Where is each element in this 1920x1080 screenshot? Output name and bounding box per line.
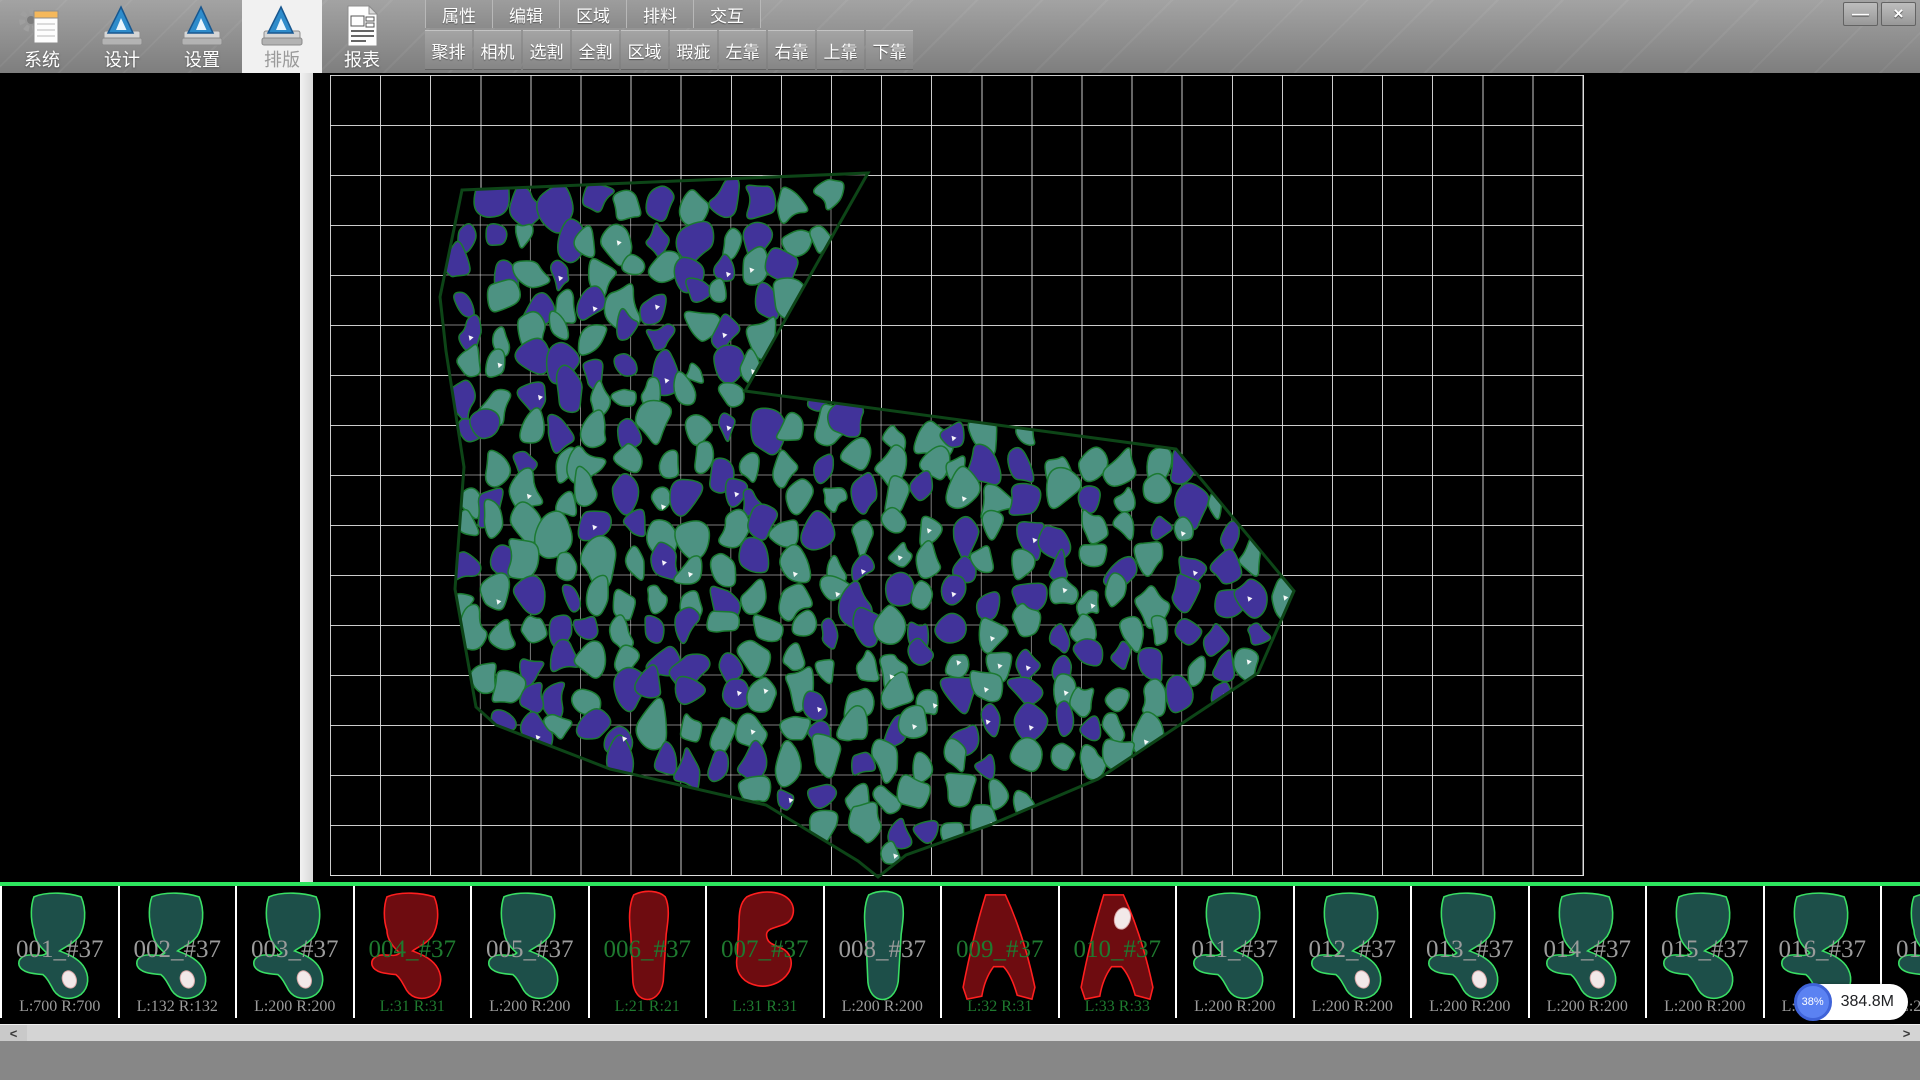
scroll-left-button[interactable]: < xyxy=(0,1025,27,1041)
piece-name: 010_#37 xyxy=(1060,936,1176,964)
piece-lr-count: L:200 R:200 xyxy=(1295,998,1411,1016)
piece-thumbnail-15[interactable]: 015_#37 L:200 R:200 xyxy=(1647,886,1765,1018)
piece-lr-count: L:200 R:200 xyxy=(1412,998,1528,1016)
piece-name: 013_#37 xyxy=(1412,936,1528,964)
piece-lr-count: L:200 R:200 xyxy=(237,998,353,1016)
piece-name: 004_#37 xyxy=(355,936,471,964)
toolbar: 系统设计设置排版报表 属性编辑区域排料交互 聚排相机选割全割区域瑕疵左靠右靠上靠… xyxy=(0,0,1920,73)
piece-thumbnails: 001_#37L:700 R:700002_#37L:132 R:132003_… xyxy=(0,886,1920,1018)
minimize-button[interactable]: — xyxy=(1843,2,1878,26)
piece-thumbnail-8[interactable]: 008_#37 L:200 R:200 xyxy=(825,886,943,1018)
nav-tab-label: 报表 xyxy=(344,50,380,70)
piece-thumbnail-10[interactable]: 010_#37 L:33 R:33 xyxy=(1060,886,1178,1018)
piece-name: 001_#37 xyxy=(2,936,118,964)
menu-item-2[interactable]: 编辑 xyxy=(493,0,560,28)
design-icon xyxy=(96,4,148,50)
piece-name: 015_#37 xyxy=(1647,936,1763,964)
piece-lr-count: L:200 R:200 xyxy=(472,998,588,1016)
nav-tab-label: 排版 xyxy=(264,50,300,70)
piece-lr-count: L:33 R:33 xyxy=(1060,998,1176,1016)
nesting-canvas[interactable] xyxy=(0,73,1920,882)
piece-name: 011_#37 xyxy=(1177,936,1293,964)
menu-item-1[interactable]: 属性 xyxy=(426,0,493,28)
piece-name: 005_#37 xyxy=(472,936,588,964)
tool-button-6[interactable]: 瑕疵 xyxy=(670,30,717,70)
memory-percent-circle: 38% xyxy=(1794,983,1832,1021)
piece-lr-count: L:31 R:31 xyxy=(707,998,823,1016)
nav-tab-label: 设计 xyxy=(104,50,140,70)
tool-button-5[interactable]: 区域 xyxy=(621,30,668,70)
piece-thumbnail-7[interactable]: 007_#37 L:31 R:31 xyxy=(707,886,825,1018)
memory-value: 384.8M xyxy=(1841,993,1894,1011)
pieces-strip: 001_#37L:700 R:700002_#37L:132 R:132003_… xyxy=(0,882,1920,1024)
tool-button-8[interactable]: 右靠 xyxy=(768,30,815,70)
piece-name: 006_#37 xyxy=(590,936,706,964)
piece-name: 009_#37 xyxy=(942,936,1058,964)
piece-thumbnail-6[interactable]: 006_#37 L:21 R:21 xyxy=(590,886,708,1018)
window-controls: — × xyxy=(1843,2,1916,26)
settings-icon xyxy=(176,4,228,50)
piece-lr-count: L:200 R:200 xyxy=(825,998,941,1016)
nav-tab-label: 系统 xyxy=(24,50,60,70)
nav-tab-4[interactable]: 排版 xyxy=(242,0,322,73)
scroll-right-button[interactable]: > xyxy=(1893,1025,1920,1041)
tool-button-1[interactable]: 聚排 xyxy=(425,30,472,70)
nav-tab-5[interactable]: 报表 xyxy=(322,0,402,73)
piece-name: 003_#37 xyxy=(237,936,353,964)
hide-nesting-layout[interactable] xyxy=(0,73,1920,882)
menu-item-3[interactable]: 区域 xyxy=(560,0,627,28)
menu-item-4[interactable]: 排料 xyxy=(627,0,694,28)
app-window: 系统设计设置排版报表 属性编辑区域排料交互 聚排相机选割全割区域瑕疵左靠右靠上靠… xyxy=(0,0,1920,1080)
tool-button-10[interactable]: 下靠 xyxy=(866,30,913,70)
piece-thumbnail-13[interactable]: 013_#37 L:200 R:200 xyxy=(1412,886,1530,1018)
horizontal-scrollbar[interactable]: < > xyxy=(0,1024,1920,1041)
piece-thumbnail-14[interactable]: 014_#37 L:200 R:200 xyxy=(1530,886,1648,1018)
piece-name: 002_#37 xyxy=(120,936,236,964)
piece-thumbnail-12[interactable]: 012_#37 L:200 R:200 xyxy=(1295,886,1413,1018)
piece-name: 014_#37 xyxy=(1530,936,1646,964)
piece-lr-count: L:200 R:200 xyxy=(1530,998,1646,1016)
piece-lr-count: L:700 R:700 xyxy=(2,998,118,1016)
piece-lr-count: L:21 R:21 xyxy=(590,998,706,1016)
nav-tab-label: 设置 xyxy=(184,50,220,70)
report-icon xyxy=(336,4,388,50)
menu-item-5[interactable]: 交互 xyxy=(694,0,761,28)
piece-lr-count: L:31 R:31 xyxy=(355,998,471,1016)
piece-thumbnail-4[interactable]: 004_#37 L:31 R:31 xyxy=(355,886,473,1018)
tool-button-9[interactable]: 上靠 xyxy=(817,30,864,70)
tool-button-3[interactable]: 选割 xyxy=(523,30,570,70)
memory-badge: 38% 384.8M xyxy=(1796,984,1908,1020)
status-bar xyxy=(0,1041,1920,1080)
piece-thumbnail-9[interactable]: 009_#37 L:32 R:31 xyxy=(942,886,1060,1018)
menu-bar: 属性编辑区域排料交互 xyxy=(425,0,761,28)
piece-name: 008_#37 xyxy=(825,936,941,964)
piece-lr-count: L:32 R:31 xyxy=(942,998,1058,1016)
piece-lr-count: L:132 R:132 xyxy=(120,998,236,1016)
piece-thumbnail-2[interactable]: 002_#37 L:132 R:132 xyxy=(120,886,238,1018)
piece-thumbnail-3[interactable]: 003_#37 L:200 R:200 xyxy=(237,886,355,1018)
piece-thumbnail-5[interactable]: 005_#37 L:200 R:200 xyxy=(472,886,590,1018)
piece-name: 016_#37 xyxy=(1765,936,1881,964)
nav-tab-2[interactable]: 设计 xyxy=(82,0,162,73)
piece-name: 007_#37 xyxy=(707,936,823,964)
piece-lr-count: L:200 R:200 xyxy=(1177,998,1293,1016)
piece-name: 012_#37 xyxy=(1295,936,1411,964)
piece-thumbnail-11[interactable]: 011_#37 L:200 R:200 xyxy=(1177,886,1295,1018)
tool-button-7[interactable]: 左靠 xyxy=(719,30,766,70)
tool-button-4[interactable]: 全割 xyxy=(572,30,619,70)
piece-lr-count: L:200 R:200 xyxy=(1647,998,1763,1016)
tool-button-2[interactable]: 相机 xyxy=(474,30,521,70)
piece-name: 017_#37 xyxy=(1882,936,1920,964)
piece-thumbnail-1[interactable]: 001_#37 L:700 R:700 xyxy=(2,886,120,1018)
tool-row: 聚排相机选割全割区域瑕疵左靠右靠上靠下靠 xyxy=(425,30,915,70)
nav-tabs: 系统 设计 设置 排版 报表 xyxy=(2,0,402,73)
layout-icon xyxy=(256,4,308,50)
system-icon xyxy=(16,4,68,50)
close-button[interactable]: × xyxy=(1881,2,1916,26)
nav-tab-1[interactable]: 系统 xyxy=(2,0,82,73)
nav-tab-3[interactable]: 设置 xyxy=(162,0,242,73)
